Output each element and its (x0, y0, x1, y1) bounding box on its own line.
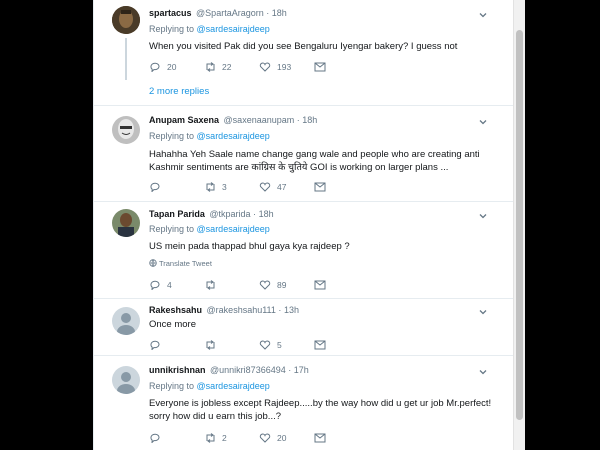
replying-to: Replying to @sardesairajdeep (149, 131, 270, 141)
tweet-header: Rakeshsahu @rakeshsahu111 · 13h (149, 305, 299, 315)
chevron-down-icon[interactable] (478, 307, 488, 317)
tweet[interactable]: Anupam Saxena @saxenaanupam · 18h Replyi… (94, 106, 514, 201)
heart-icon (259, 182, 271, 192)
tweet-header: unnikrishnan @unnikri87366494 · 17h (149, 365, 309, 375)
tweet-actions: 5 (149, 339, 429, 351)
display-name[interactable]: unnikrishnan (149, 365, 206, 375)
tweet-text: US mein pada thappad bhul gaya kya rajde… (149, 241, 350, 252)
avatar[interactable] (112, 307, 140, 335)
globe-icon (149, 259, 157, 267)
like-count: 89 (277, 280, 287, 290)
envelope-icon (314, 433, 326, 443)
default-avatar-icon (112, 366, 140, 394)
user-handle[interactable]: @unnikri87366494 (210, 365, 286, 375)
heart-icon (259, 62, 271, 72)
chevron-down-icon[interactable] (478, 367, 488, 377)
retweet-icon (206, 280, 215, 290)
retweet-count: 3 (222, 182, 227, 192)
timeline: spartacus @SpartaAragorn · 18h Replying … (93, 0, 515, 450)
like-count: 20 (277, 433, 287, 443)
envelope-icon (314, 280, 326, 290)
tweet-header: spartacus @SpartaAragorn · 18h (149, 8, 287, 18)
retweet-icon (206, 340, 215, 350)
like-count: 193 (277, 62, 292, 72)
heart-icon (259, 340, 271, 350)
reply-count: 20 (167, 62, 177, 72)
default-avatar-icon (112, 307, 140, 335)
avatar[interactable] (112, 6, 140, 34)
avatar-image (112, 6, 140, 34)
tweet-time[interactable]: 13h (284, 305, 299, 315)
tweet-text: When you visited Pak did you see Bengalu… (149, 41, 458, 52)
reply-icon (150, 62, 160, 72)
retweet-icon (206, 182, 215, 192)
replying-to: Replying to @sardesairajdeep (149, 381, 270, 391)
avatar[interactable] (112, 116, 140, 144)
replying-to: Replying to @sardesairajdeep (149, 24, 270, 34)
tweet[interactable]: spartacus @SpartaAragorn · 18h Replying … (94, 0, 514, 105)
reply-icon (150, 182, 160, 192)
tweet-time[interactable]: 17h (294, 365, 309, 375)
avatar-image (112, 116, 140, 144)
user-handle[interactable]: @rakeshsahu111 (207, 305, 276, 315)
display-name[interactable]: Rakeshsahu (149, 305, 202, 315)
tweet-text: Everyone is jobless except Rajdeep.....b… (149, 398, 492, 422)
avatar[interactable] (112, 366, 140, 394)
replying-to-handle[interactable]: @sardesairajdeep (197, 131, 270, 141)
chevron-down-icon[interactable] (478, 117, 488, 127)
retweet-count: 22 (222, 62, 232, 72)
user-handle[interactable]: @SpartaAragorn (196, 8, 264, 18)
tweet-actions: 3 47 (149, 181, 429, 193)
tweet-time[interactable]: 18h (272, 8, 287, 18)
display-name[interactable]: Anupam Saxena (149, 115, 219, 125)
scrollbar[interactable] (513, 0, 525, 450)
tweet-header: Anupam Saxena @saxenaanupam · 18h (149, 115, 318, 125)
envelope-icon (314, 62, 326, 72)
tweet-actions: 20 22 193 (149, 61, 429, 73)
reply-icon (150, 280, 160, 290)
envelope-icon (314, 182, 326, 192)
tweet-actions: 4 89 (149, 279, 429, 291)
user-handle[interactable]: @tkparida (209, 209, 250, 219)
like-count: 47 (277, 182, 287, 192)
tweet-header: Tapan Parida @tkparida · 18h (149, 209, 274, 219)
tweet[interactable]: Tapan Parida @tkparida · 18h Replying to… (94, 202, 514, 298)
display-name[interactable]: spartacus (149, 8, 192, 18)
tweet-text: Hahahha Yeh Saale name change gang wale … (149, 149, 480, 173)
retweet-count: 2 (222, 433, 227, 443)
chevron-down-icon[interactable] (478, 211, 488, 221)
avatar[interactable] (112, 209, 140, 237)
tweet[interactable]: unnikrishnan @unnikri87366494 · 17h Repl… (94, 356, 514, 450)
replying-to-handle[interactable]: @sardesairajdeep (197, 224, 270, 234)
tweet-time[interactable]: 18h (302, 115, 317, 125)
heart-icon (259, 433, 271, 443)
reply-icon (150, 433, 160, 443)
scrollbar-thumb[interactable] (516, 30, 523, 420)
reply-icon (150, 340, 160, 350)
envelope-icon (314, 340, 326, 350)
replying-to-handle[interactable]: @sardesairajdeep (197, 24, 270, 34)
user-handle[interactable]: @saxenaanupam (224, 115, 295, 125)
tweet-actions: 2 20 (149, 432, 429, 444)
avatar-image (112, 209, 140, 237)
chevron-down-icon[interactable] (478, 10, 488, 20)
heart-icon (259, 280, 271, 290)
replying-to: Replying to @sardesairajdeep (149, 224, 270, 234)
display-name[interactable]: Tapan Parida (149, 209, 205, 219)
reply-count: 4 (167, 280, 172, 290)
translate-tweet[interactable]: Translate Tweet (149, 259, 212, 268)
tweet-text: Once more (149, 319, 196, 330)
thread-line (125, 38, 127, 80)
replying-to-handle[interactable]: @sardesairajdeep (197, 381, 270, 391)
more-replies-link[interactable]: 2 more replies (149, 86, 209, 97)
tweet-time[interactable]: 18h (259, 209, 274, 219)
tweet[interactable]: Rakeshsahu @rakeshsahu111 · 13h Once mor… (94, 299, 514, 355)
like-count: 5 (277, 340, 282, 350)
retweet-icon (206, 62, 215, 72)
retweet-icon (206, 433, 215, 443)
